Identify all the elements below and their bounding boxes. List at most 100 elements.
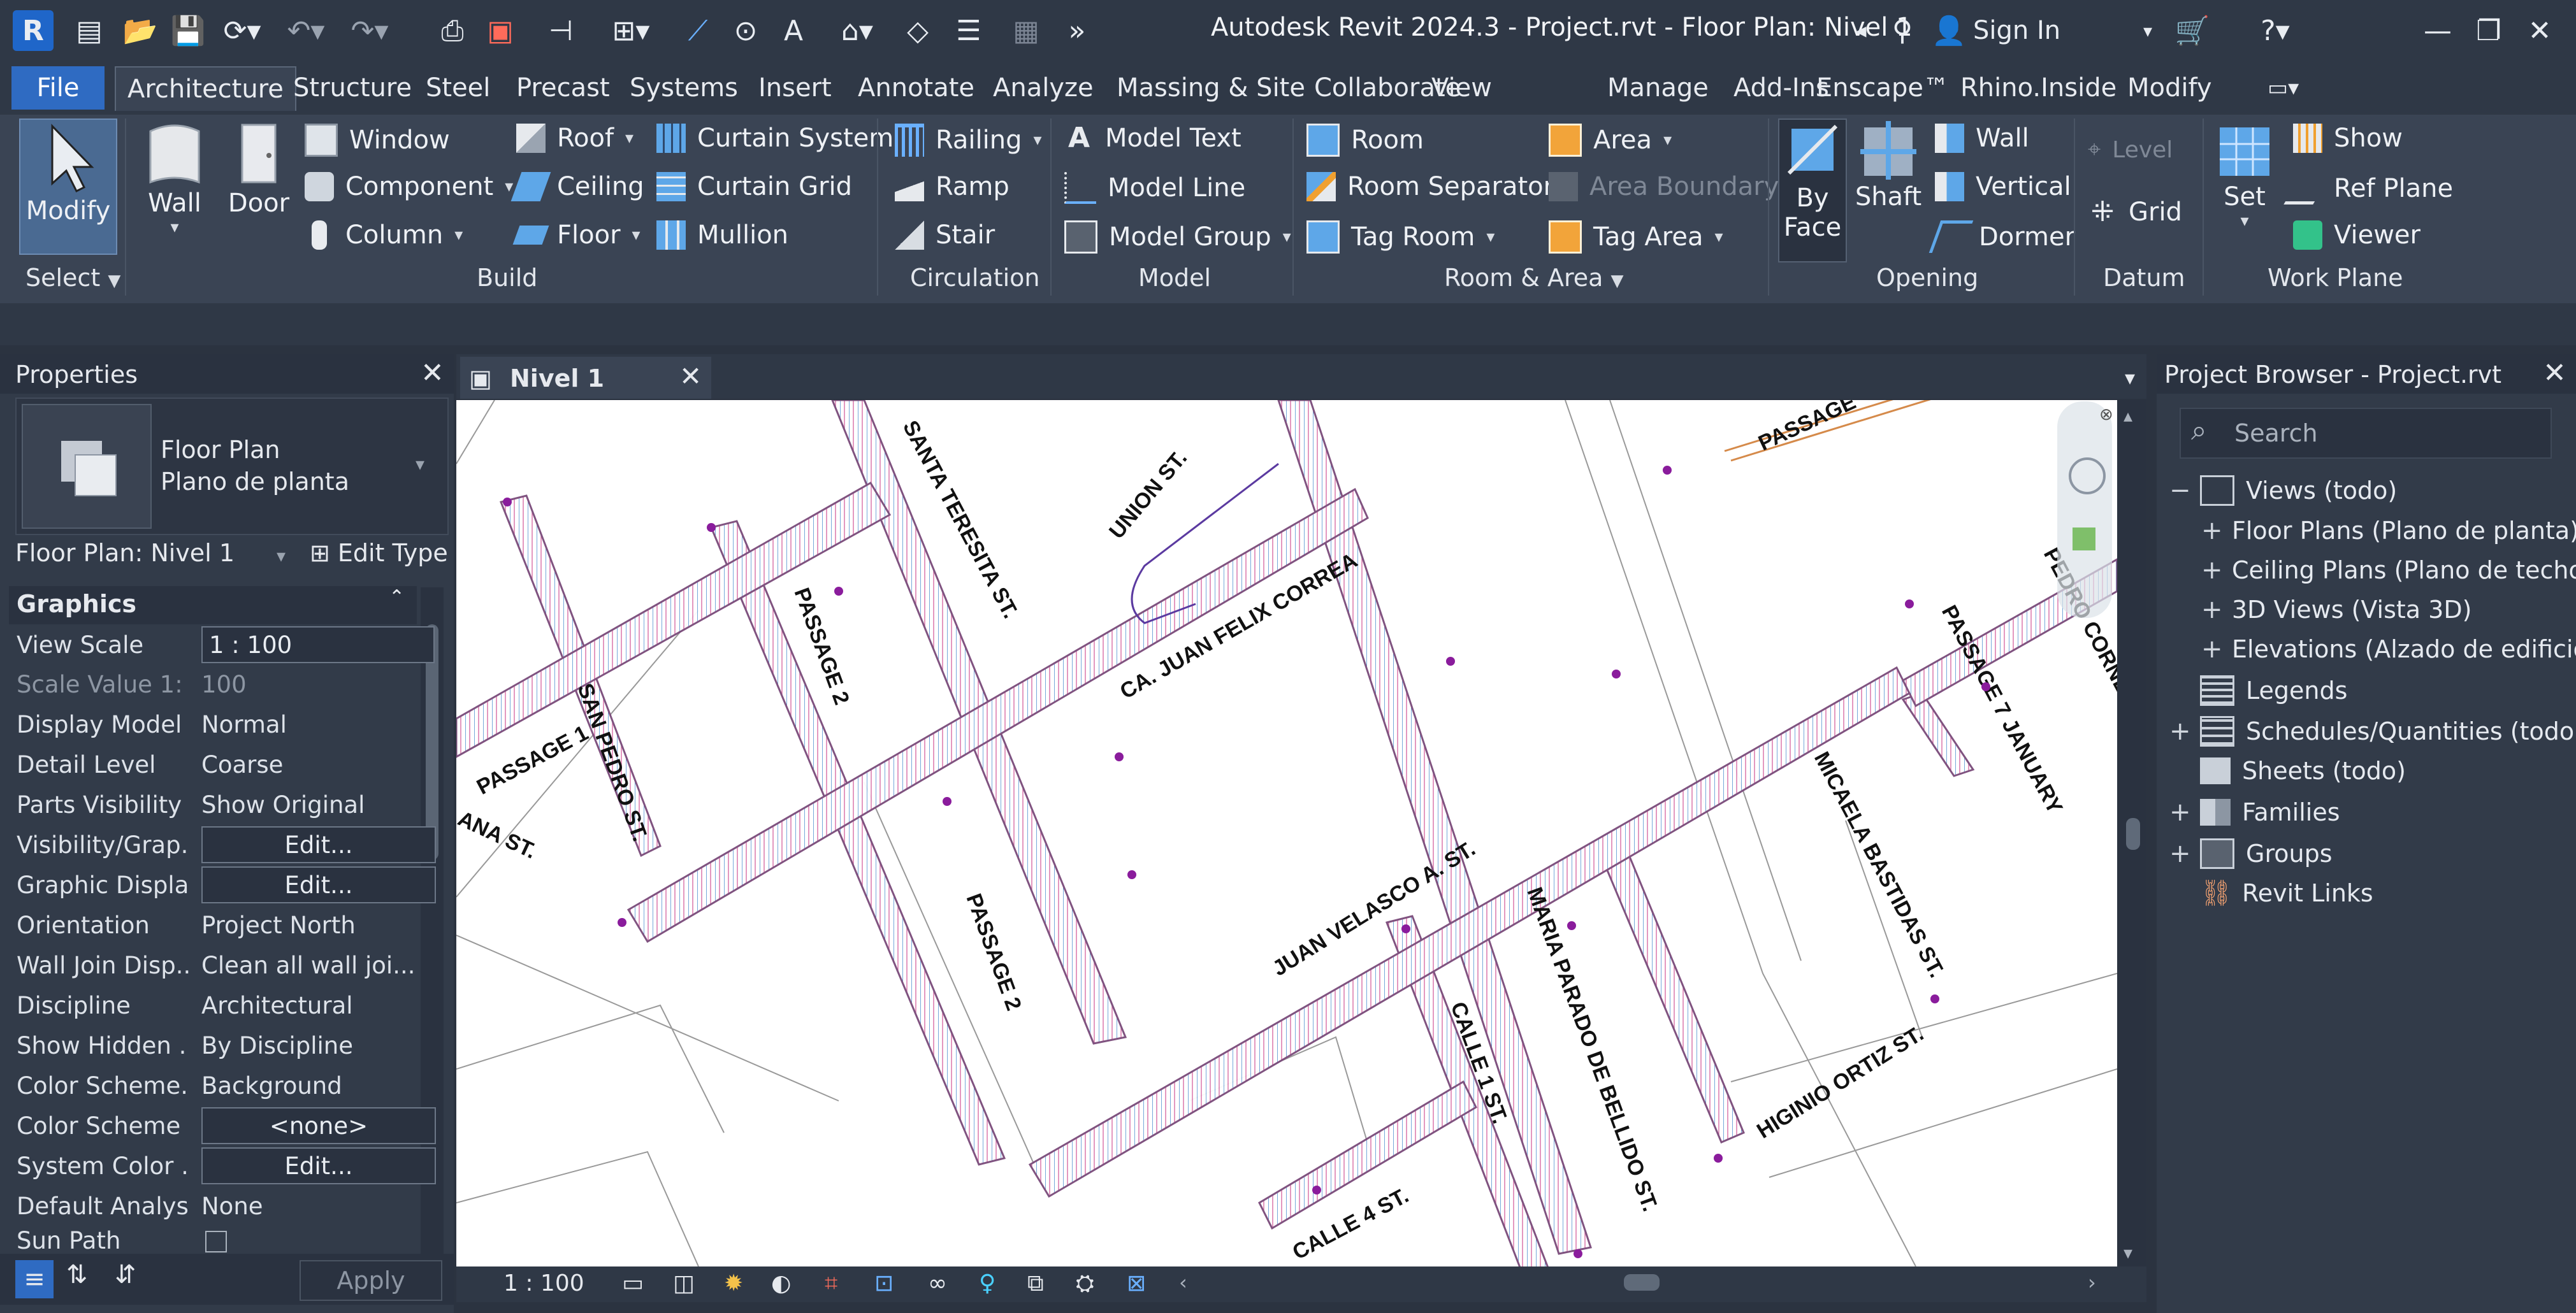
visual-style-icon[interactable]: ◫ bbox=[673, 1270, 695, 1296]
shaft-button[interactable]: Shaft bbox=[1853, 118, 1923, 212]
revit-logo[interactable]: R bbox=[13, 10, 54, 51]
prop-row-wall-join[interactable]: Wall Join Disp... Clean all wall joi... bbox=[17, 946, 416, 984]
curtain-grid-button[interactable]: Curtain Grid bbox=[656, 172, 852, 201]
sun-path-checkbox[interactable] bbox=[205, 1231, 227, 1252]
set-button[interactable]: Set ▾ bbox=[2213, 118, 2276, 231]
room-separator-button[interactable]: Room Separator bbox=[1306, 172, 1554, 201]
tab-architecture[interactable]: Architecture bbox=[115, 66, 296, 111]
temporary-hide-icon[interactable]: ♀ bbox=[979, 1270, 995, 1296]
expand-icon[interactable]: + bbox=[2201, 635, 2223, 664]
canvas-vertical-scroll-thumb[interactable] bbox=[2126, 818, 2140, 850]
tab-menu-icon[interactable]: ▾ bbox=[2125, 366, 2135, 390]
area-boundary-button[interactable]: Area Boundary bbox=[1549, 172, 1779, 201]
sun-path-icon[interactable]: ✹ bbox=[724, 1270, 743, 1296]
tab-systems[interactable]: Systems bbox=[618, 66, 749, 110]
viewer-button[interactable]: Viewer bbox=[2293, 220, 2420, 250]
export-icon[interactable]: ▣ bbox=[481, 11, 519, 50]
zoom-region-icon[interactable] bbox=[2073, 527, 2095, 550]
expand-icon[interactable]: + bbox=[2169, 717, 2191, 746]
window-button[interactable]: Window bbox=[305, 124, 450, 157]
reveal-hidden-icon[interactable]: ⧉ bbox=[1027, 1270, 1044, 1297]
tree-item-sheets[interactable]: Sheets (todo) bbox=[2169, 757, 2406, 785]
tree-item-legends[interactable]: Legends bbox=[2169, 675, 2347, 706]
ceiling-button[interactable]: Ceiling bbox=[510, 172, 644, 201]
tree-item-families[interactable]: + Families bbox=[2169, 798, 2340, 827]
apply-button[interactable]: Apply bbox=[300, 1260, 442, 1301]
restore-icon[interactable]: ❐ bbox=[2473, 11, 2505, 50]
categorize-icon[interactable]: ≡ bbox=[15, 1260, 54, 1298]
view-scale-input[interactable]: 1 : 100 bbox=[201, 626, 435, 663]
close-hidden-icon[interactable]: ▦ bbox=[1007, 11, 1045, 50]
tree-item-schedules[interactable]: + Schedules/Quantities (todo) bbox=[2169, 716, 2576, 747]
by-face-button[interactable]: By Face bbox=[1778, 118, 1847, 262]
level-button[interactable]: ⌖ Level bbox=[2088, 136, 2173, 163]
select-panel-label[interactable]: Select ▼ bbox=[25, 264, 120, 292]
curtain-system-button[interactable]: Curtain System bbox=[656, 124, 894, 153]
prop-row-discipline[interactable]: Discipline Architectural bbox=[17, 986, 386, 1024]
drawing-canvas[interactable]: SANTA TERESITA ST. UNION ST. PASSAGE PAS… bbox=[456, 400, 2117, 1266]
scroll-left-icon[interactable]: ‹ bbox=[1179, 1270, 1187, 1295]
align-icon[interactable]: ⟋ bbox=[679, 11, 717, 50]
tab-view[interactable]: View bbox=[1420, 66, 1503, 110]
text-icon[interactable]: A bbox=[774, 11, 813, 50]
redo-icon[interactable]: ↷▾ bbox=[344, 11, 395, 50]
highlight-displacement-icon[interactable]: ⊠ bbox=[1127, 1270, 1146, 1296]
sort-descending-icon[interactable]: ⇵ bbox=[115, 1260, 136, 1289]
model-group-button[interactable]: Model Group ▾ bbox=[1064, 220, 1291, 254]
help-icon[interactable]: ?▾ bbox=[2243, 11, 2307, 50]
model-line-button[interactable]: Model Line bbox=[1064, 172, 1245, 204]
thin-lines-icon[interactable]: ☰ bbox=[950, 11, 988, 50]
scroll-up-icon[interactable]: ▴ bbox=[2124, 405, 2132, 426]
tab-enscape[interactable]: Enscape™ bbox=[1805, 66, 1960, 110]
edit-type-button[interactable]: ⊞ Edit Type bbox=[310, 539, 448, 567]
tree-item-elevations[interactable]: + Elevations (Alzado de edificio) bbox=[2201, 635, 2576, 664]
home-icon[interactable]: ▤ bbox=[70, 11, 108, 50]
prop-row-orientation[interactable]: Orientation Project North bbox=[17, 906, 386, 944]
detail-level-icon[interactable]: ▭ bbox=[622, 1270, 644, 1296]
close-icon[interactable]: ⊗ bbox=[2099, 405, 2113, 424]
prop-row-display-model[interactable]: Display Model Normal bbox=[17, 705, 386, 743]
stair-button[interactable]: Stair bbox=[895, 220, 995, 250]
railing-button[interactable]: Railing ▾ bbox=[895, 124, 1042, 157]
steering-wheel-icon[interactable] bbox=[2069, 457, 2106, 494]
crop-view-icon[interactable]: ⌗ bbox=[825, 1270, 837, 1297]
expand-icon[interactable]: + bbox=[2169, 839, 2191, 868]
close-icon[interactable]: ✕ bbox=[421, 357, 444, 389]
system-color-edit-button[interactable]: Edit... bbox=[201, 1147, 436, 1184]
close-icon[interactable]: ✕ bbox=[2524, 11, 2556, 50]
ribbon-display-icon[interactable]: ▭▾ bbox=[2256, 66, 2310, 110]
wall-opening-button[interactable]: Wall bbox=[1935, 124, 2029, 153]
prop-row-default-analysis[interactable]: Default Analys... None bbox=[17, 1187, 386, 1225]
chevron-left-icon[interactable]: ◂ bbox=[1848, 11, 1874, 50]
mullion-button[interactable]: Mullion bbox=[656, 220, 788, 250]
ref-plane-button[interactable]: Ref Plane bbox=[2283, 172, 2453, 204]
show-workplane-button[interactable]: Show bbox=[2293, 124, 2403, 153]
minimize-icon[interactable]: — bbox=[2422, 11, 2454, 50]
measure-icon[interactable]: ⊣ bbox=[542, 11, 580, 50]
room-button[interactable]: Room bbox=[1306, 124, 1424, 157]
visibility-graphics-edit-button[interactable]: Edit... bbox=[201, 826, 436, 863]
unlock-3d-icon[interactable]: ∞ bbox=[928, 1270, 947, 1296]
print-icon[interactable]: ⎙ bbox=[433, 11, 472, 50]
navigation-bar[interactable] bbox=[2057, 401, 2112, 618]
collapse-icon[interactable]: − bbox=[2169, 476, 2191, 505]
tab-rhino-inside[interactable]: Rhino.Inside bbox=[1949, 66, 2128, 110]
tab-manage[interactable]: Manage bbox=[1596, 66, 1720, 110]
cart-icon[interactable]: 🛒 bbox=[2173, 11, 2211, 50]
tab-massing-site[interactable]: Massing & Site bbox=[1105, 66, 1317, 110]
scroll-right-icon[interactable]: › bbox=[2088, 1270, 2096, 1295]
tab-structure[interactable]: Structure bbox=[282, 66, 423, 110]
tree-item-floor-plans[interactable]: + Floor Plans (Plano de planta) bbox=[2201, 516, 2576, 545]
sync-icon[interactable]: ⟳▾ bbox=[217, 11, 268, 50]
expand-icon[interactable]: + bbox=[2201, 516, 2223, 545]
section-icon[interactable]: ◇ bbox=[899, 11, 937, 50]
sort-ascending-icon[interactable]: ⇅ bbox=[66, 1260, 88, 1289]
prop-row-show-hidden[interactable]: Show Hidden ... By Discipline bbox=[17, 1026, 386, 1065]
model-text-button[interactable]: A Model Text bbox=[1064, 124, 1241, 154]
room-area-panel-label[interactable]: Room & Area ▼ bbox=[1444, 264, 1624, 292]
column-button[interactable]: Column ▾ bbox=[305, 220, 463, 250]
undo-icon[interactable]: ↶▾ bbox=[280, 11, 331, 50]
save-icon[interactable]: 💾 bbox=[169, 11, 207, 50]
tree-item-3d-views[interactable]: +3D Views (Vista 3D) bbox=[2201, 595, 2471, 624]
tab-analyze[interactable]: Analyze bbox=[981, 66, 1105, 110]
